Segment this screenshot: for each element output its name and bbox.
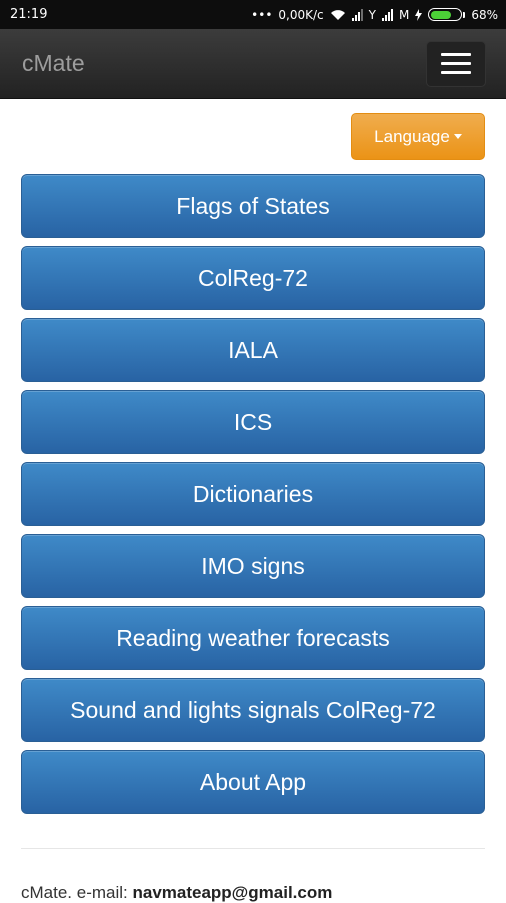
- menu-button-flags-of-states[interactable]: Flags of States: [21, 174, 485, 238]
- battery-icon: [428, 8, 466, 21]
- status-dots: •••: [251, 7, 273, 22]
- brand-title[interactable]: cMate: [22, 50, 85, 77]
- hamburger-icon-bar: [441, 53, 471, 56]
- hamburger-icon-bar: [441, 71, 471, 74]
- menu-button-ics[interactable]: ICS: [21, 390, 485, 454]
- footer-divider: [21, 848, 485, 849]
- menu-button-imo-signs[interactable]: IMO signs: [21, 534, 485, 598]
- menu-button-iala[interactable]: IALA: [21, 318, 485, 382]
- status-bar: 21:19 ••• 0,00K/c Y M 68%: [0, 0, 506, 29]
- menu-list: Flags of States ColReg-72 IALA ICS Dicti…: [21, 174, 485, 814]
- footer-email[interactable]: navmateapp@gmail.com: [132, 883, 332, 902]
- battery-percent: 68%: [471, 7, 498, 22]
- hamburger-icon-bar: [441, 62, 471, 65]
- menu-button-dictionaries[interactable]: Dictionaries: [21, 462, 485, 526]
- footer-prefix: cMate. e-mail:: [21, 883, 133, 902]
- network-speed: 0,00K/c: [278, 7, 324, 22]
- carrier-label-2: M: [398, 7, 410, 22]
- status-time: 21:19: [10, 7, 48, 22]
- wifi-icon: [330, 9, 345, 20]
- signal-strength-icon: [351, 8, 363, 21]
- hamburger-menu-button[interactable]: [426, 40, 486, 87]
- signal-strength-icon-2: [381, 8, 393, 21]
- carrier-label-1: Y: [368, 7, 376, 22]
- charging-icon: [415, 8, 423, 21]
- menu-button-weather-forecasts[interactable]: Reading weather forecasts: [21, 606, 485, 670]
- navbar: cMate: [0, 29, 506, 99]
- status-indicators: ••• 0,00K/c Y M 68%: [251, 8, 498, 22]
- language-row: Language: [21, 113, 485, 160]
- language-label: Language: [374, 126, 450, 146]
- caret-down-icon: [453, 134, 462, 139]
- menu-button-about-app[interactable]: About App: [21, 750, 485, 814]
- menu-button-sound-light-signals[interactable]: Sound and lights signals ColReg-72: [21, 678, 485, 742]
- main-content: Language Flags of States ColReg-72 IALA …: [0, 113, 506, 903]
- language-dropdown-button[interactable]: Language: [351, 113, 485, 160]
- menu-button-colreg-72[interactable]: ColReg-72: [21, 246, 485, 310]
- footer: cMate. e-mail: navmateapp@gmail.com: [21, 883, 485, 903]
